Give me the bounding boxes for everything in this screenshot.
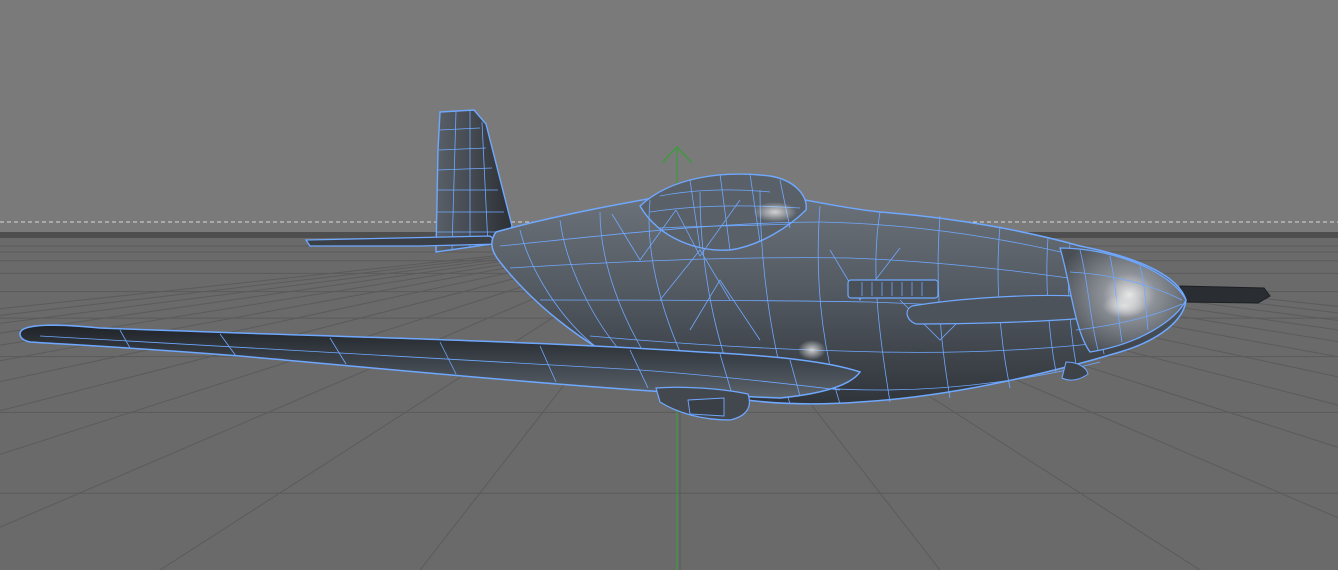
exhaust-stack[interactable] bbox=[847, 279, 939, 299]
viewport-canvas[interactable] bbox=[0, 0, 1338, 570]
propeller-blade[interactable] bbox=[1179, 285, 1271, 304]
belly-scoop-intake bbox=[687, 397, 725, 417]
3d-viewport[interactable] bbox=[0, 0, 1338, 570]
canopy-highlight bbox=[753, 202, 797, 222]
spinner-highlight bbox=[1102, 294, 1146, 318]
wing-root-highlight bbox=[798, 340, 826, 360]
